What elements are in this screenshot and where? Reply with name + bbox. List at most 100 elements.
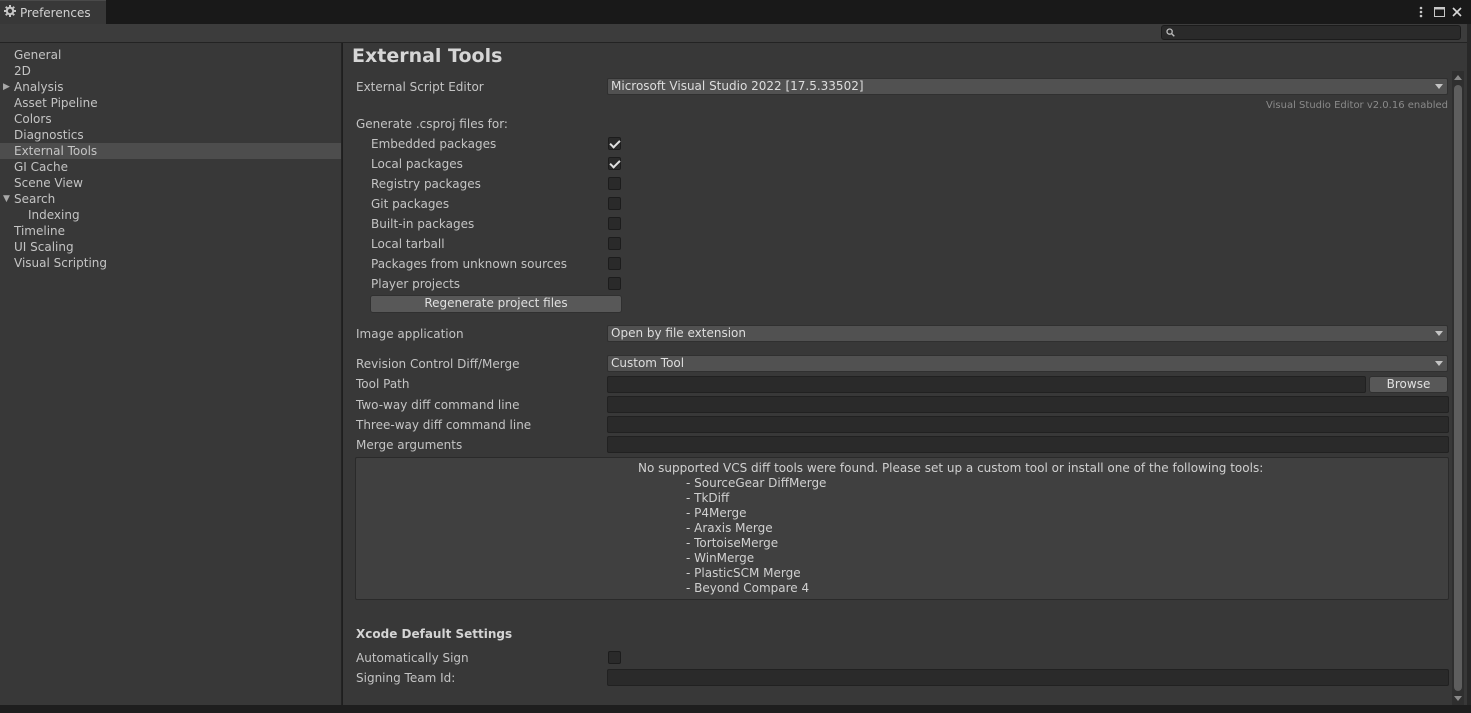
chevron-down-icon [1435,84,1443,89]
csproj-label: Generate .csproj files for: [356,117,508,131]
sidebar-item-label: Timeline [14,224,66,238]
vcs-help-message: No supported VCS diff tools were found. … [638,461,1264,475]
local-packages-checkbox[interactable] [608,157,621,170]
three-way-diff-label: Three-way diff command line [356,418,532,432]
two-way-diff-field[interactable] [607,396,1449,413]
sidebar-item-label: General [14,48,62,62]
tool-path-label: Tool Path [356,377,410,391]
sidebar-item-gi-cache[interactable]: GI Cache [0,159,341,175]
sidebar-item-label: GI Cache [14,160,68,174]
gear-icon [4,5,16,20]
tool-path-field[interactable] [607,376,1366,393]
tab-title: Preferences [20,5,91,20]
merge-arguments-label: Merge arguments [356,438,463,452]
sidebar-item-search[interactable]: ▼ Search [0,191,341,207]
collapse-arrow-icon[interactable]: ▼ [3,191,10,207]
scroll-down-icon[interactable] [1454,696,1462,701]
signing-team-label: Signing Team Id: [356,671,456,685]
player-projects-checkbox[interactable] [608,277,621,290]
sidebar-item-label: Asset Pipeline [14,96,98,110]
sidebar-item-analysis[interactable]: ▶ Analysis [0,79,341,95]
browse-button[interactable]: Browse [1369,376,1448,393]
maximize-icon[interactable] [1433,5,1445,19]
local-tarball-label: Local tarball [371,237,445,251]
three-way-diff-field[interactable] [607,416,1449,433]
sidebar-item-label: Colors [14,112,52,126]
registry-packages-label: Registry packages [371,177,481,191]
title-bar: Preferences [0,0,1471,24]
unknown-sources-checkbox[interactable] [608,257,621,270]
window-edge [1467,24,1471,713]
vcs-tool-item: - P4Merge [686,506,747,520]
vcs-tool-item: - PlasticSCM Merge [686,566,801,580]
git-packages-checkbox[interactable] [608,197,621,210]
sidebar-item-label: UI Scaling [14,240,74,254]
script-editor-value: Microsoft Visual Studio 2022 [17.5.33502… [611,79,864,93]
image-application-dropdown[interactable]: Open by file extension [607,325,1448,342]
vcs-help-box: No supported VCS diff tools were found. … [355,457,1449,600]
vcs-tool-item: - TortoiseMerge [686,536,779,550]
sidebar-item-visual-scripting[interactable]: Visual Scripting [0,255,341,271]
merge-arguments-field[interactable] [607,436,1449,453]
revision-control-label: Revision Control Diff/Merge [356,357,520,371]
sidebar-item-label: Search [14,192,56,206]
sidebar-item-ui-scaling[interactable]: UI Scaling [0,239,341,255]
builtin-packages-checkbox[interactable] [608,217,621,230]
sidebar-item-timeline[interactable]: Timeline [0,223,341,239]
image-application-label: Image application [356,327,464,341]
revision-control-dropdown[interactable]: Custom Tool [607,355,1448,372]
scroll-thumb[interactable] [1454,85,1462,691]
sidebar-item-label: Scene View [14,176,83,190]
chevron-down-icon [1435,331,1443,336]
vcs-tool-item: - Araxis Merge [686,521,773,535]
chevron-down-icon [1435,361,1443,366]
sidebar-item-asset-pipeline[interactable]: Asset Pipeline [0,95,341,111]
sidebar-item-2d[interactable]: 2D [0,63,341,79]
local-packages-label: Local packages [371,157,463,171]
image-application-value: Open by file extension [611,326,746,340]
sidebar-item-scene-view[interactable]: Scene View [0,175,341,191]
vcs-tool-item: - Beyond Compare 4 [686,581,810,595]
script-editor-dropdown[interactable]: Microsoft Visual Studio 2022 [17.5.33502… [607,78,1448,95]
regenerate-project-files-button[interactable]: Regenerate project files [370,295,622,313]
embedded-packages-checkbox[interactable] [608,137,621,150]
vcs-tool-item: - TkDiff [686,491,730,505]
sidebar-item-label: Analysis [14,80,64,94]
sidebar-item-label: Indexing [28,208,80,222]
toolbar [0,24,1467,43]
scroll-up-icon[interactable] [1454,75,1462,80]
registry-packages-checkbox[interactable] [608,177,621,190]
window-bottom-edge [0,705,1471,713]
xcode-settings-heading: Xcode Default Settings [356,627,513,641]
sidebar: General 2D ▶ Analysis Asset Pipeline Colo… [0,43,342,705]
player-projects-label: Player projects [371,277,461,291]
sidebar-item-label: Diagnostics [14,128,84,142]
close-icon[interactable] [1451,5,1463,19]
auto-sign-checkbox[interactable] [608,651,621,664]
builtin-packages-label: Built-in packages [371,217,475,231]
page-title: External Tools [352,45,503,67]
script-editor-label: External Script Editor [356,80,484,94]
embedded-packages-label: Embedded packages [371,137,497,151]
sidebar-item-colors[interactable]: Colors [0,111,341,127]
revision-control-value: Custom Tool [611,356,685,370]
expand-arrow-icon[interactable]: ▶ [3,79,10,95]
two-way-diff-label: Two-way diff command line [356,398,520,412]
window-controls [1415,0,1471,24]
search-input[interactable] [1161,25,1461,40]
sidebar-item-external-tools[interactable]: External Tools [0,143,341,159]
auto-sign-label: Automatically Sign [356,651,469,665]
vertical-scrollbar[interactable] [1452,71,1464,705]
sidebar-item-label: Visual Scripting [14,256,107,270]
sidebar-item-diagnostics[interactable]: Diagnostics [0,127,341,143]
local-tarball-checkbox[interactable] [608,237,621,250]
signing-team-field[interactable] [607,669,1449,686]
sidebar-item-indexing[interactable]: Indexing [0,207,341,223]
preferences-tab[interactable]: Preferences [0,0,106,24]
vcs-tool-item: - WinMerge [686,551,755,565]
unknown-sources-label: Packages from unknown sources [371,257,567,271]
kebab-menu-icon[interactable] [1415,5,1427,19]
sidebar-item-label: External Tools [14,144,98,158]
sidebar-item-general[interactable]: General [0,47,341,63]
vcs-tool-item: - SourceGear DiffMerge [686,476,827,490]
